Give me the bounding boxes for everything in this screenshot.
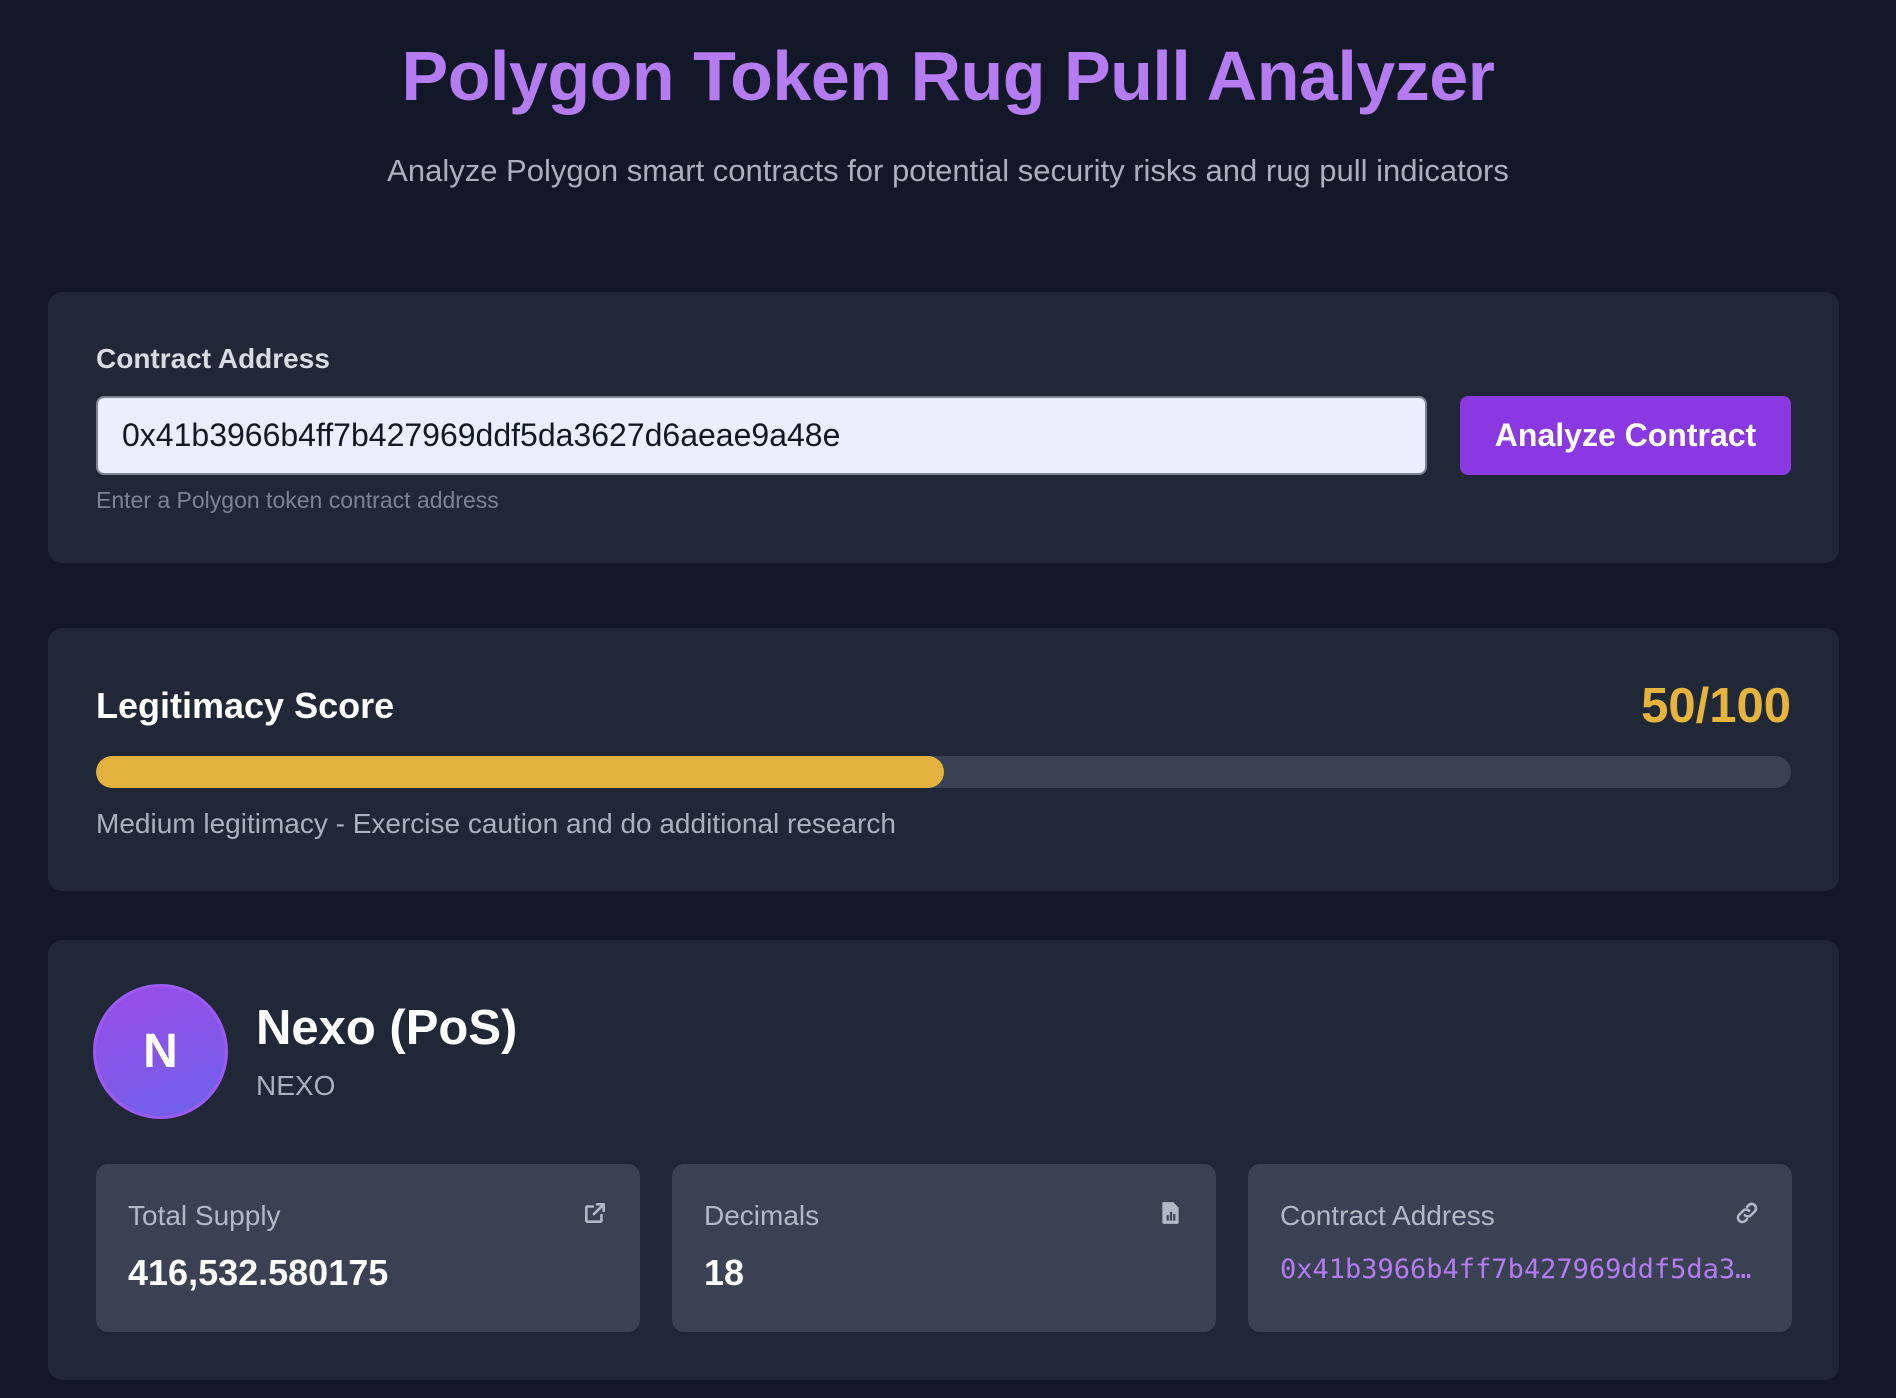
legitimacy-score-message: Medium legitimacy - Exercise caution and… xyxy=(96,808,896,839)
analyze-contract-button[interactable]: Analyze Contract xyxy=(1460,396,1791,475)
legitimacy-score-value: 50/100 xyxy=(1641,679,1791,733)
total-supply-stat: Total Supply 416,532.580175 xyxy=(96,1164,640,1332)
contract-address-label: Contract Address xyxy=(96,343,330,374)
legitimacy-score-card: Legitimacy Score 50/100 Medium legitimac… xyxy=(48,628,1839,891)
contract-address-input[interactable] xyxy=(96,396,1427,475)
contract-address-value[interactable]: 0x41b3966b4ff7b427969ddf5da3627d6aeae9a4… xyxy=(1280,1254,1760,1285)
contract-input-card: Contract Address Analyze Contract Enter … xyxy=(48,292,1839,563)
stat-label: Total Supply xyxy=(128,1200,281,1231)
contract-address-stat: Contract Address 0x41b3966b4ff7b427969dd… xyxy=(1248,1164,1792,1332)
decimals-stat: Decimals 18 xyxy=(672,1164,1216,1332)
link-icon[interactable] xyxy=(1734,1200,1760,1226)
legitimacy-score-label: Legitimacy Score xyxy=(96,685,395,726)
decimals-value: 18 xyxy=(704,1252,745,1293)
page-subtitle: Analyze Polygon smart contracts for pote… xyxy=(387,153,1509,188)
total-supply-value: 416,532.580175 xyxy=(128,1252,389,1293)
legitimacy-progress-fill xyxy=(96,756,944,788)
token-name: Nexo (PoS) xyxy=(256,1001,518,1055)
stat-label: Contract Address xyxy=(1280,1200,1495,1231)
token-info-card: N Nexo (PoS) NEXO Total Supply 416,532.5… xyxy=(48,940,1839,1380)
token-avatar: N xyxy=(93,984,228,1119)
legitimacy-progress-track xyxy=(96,756,1791,788)
document-chart-icon xyxy=(1162,1202,1179,1224)
token-symbol: NEXO xyxy=(256,1070,336,1101)
external-link-icon[interactable] xyxy=(582,1200,608,1226)
page-title: Polygon Token Rug Pull Analyzer xyxy=(401,37,1495,115)
stat-label: Decimals xyxy=(704,1200,820,1231)
contract-address-hint: Enter a Polygon token contract address xyxy=(96,487,499,513)
page: Polygon Token Rug Pull Analyzer Analyze … xyxy=(0,0,1896,1398)
